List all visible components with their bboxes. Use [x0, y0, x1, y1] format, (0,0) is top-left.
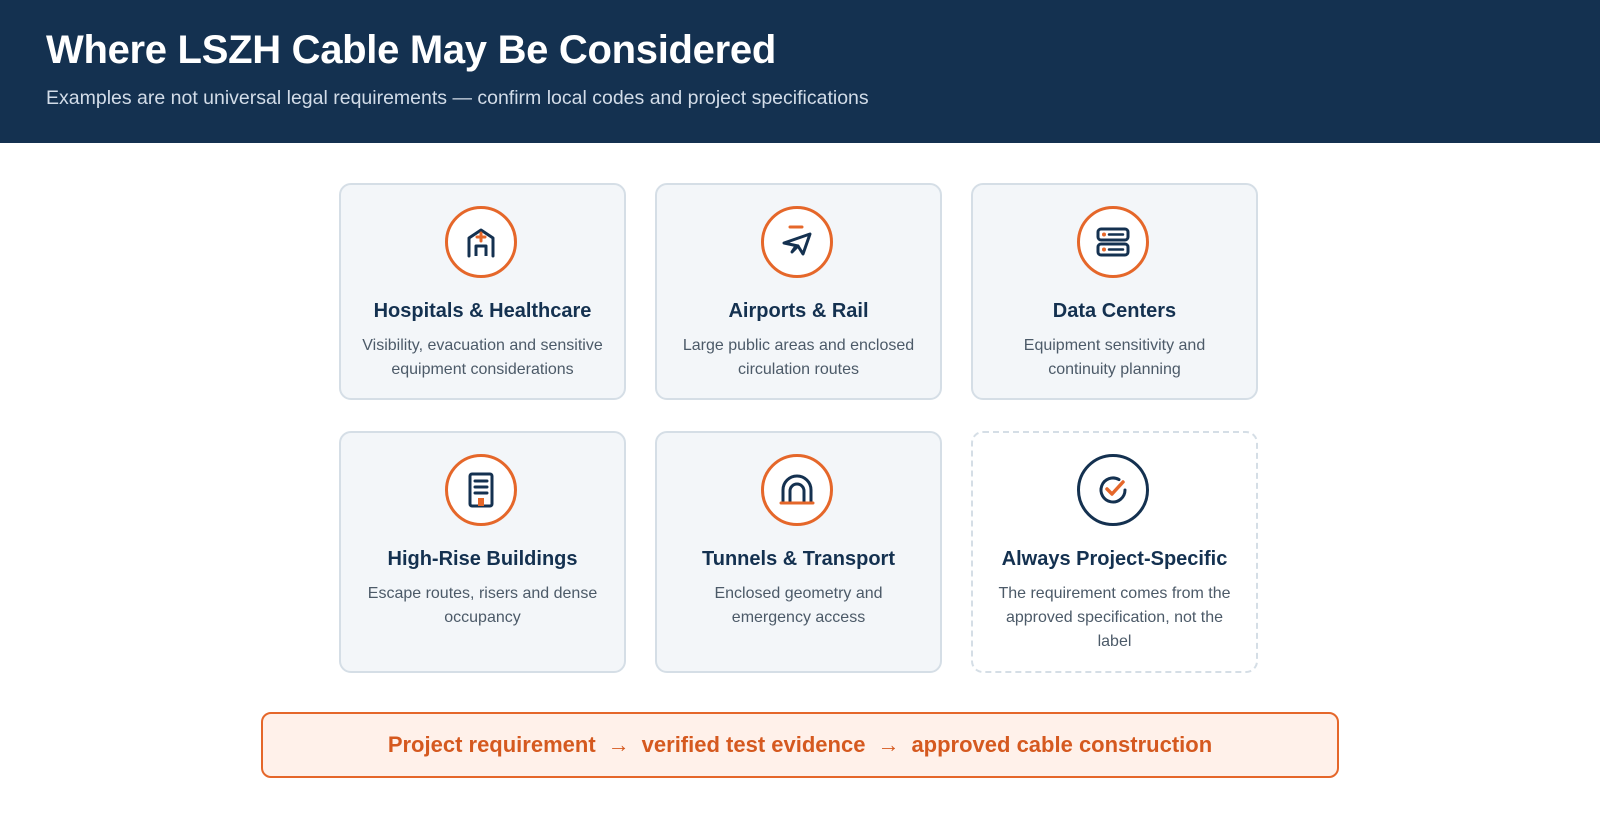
arrow-right-icon: → [607, 732, 630, 757]
check-circle-icon [1077, 454, 1149, 526]
card-description: Large public areas and enclosed circulat… [682, 337, 915, 378]
page-title: Where LSZH Cable May Be Considered [46, 28, 776, 72]
process-banner: Project requirement → verified test evid… [261, 712, 1339, 778]
card-description: Enclosed geometry and emergency access [714, 585, 883, 626]
card-description: Escape routes, risers and dense occupanc… [367, 585, 598, 626]
card-hospitals: Hospitals & Healthcare Visibility, evacu… [339, 183, 626, 400]
page-subtitle: Examples are not universal legal require… [46, 87, 869, 109]
card-project-specific: Always Project-Specific The requirement … [971, 431, 1258, 673]
page-header: Where LSZH Cable May Be Considered Examp… [0, 0, 1600, 143]
server-icon [1077, 206, 1149, 278]
card-description: The requirement comes from the approved … [998, 585, 1231, 650]
card-title: Airports & Rail [728, 300, 869, 322]
card-description: Equipment sensitivity and continuity pla… [1023, 337, 1206, 378]
card-tunnels: Tunnels & Transport Enclosed geometry an… [655, 431, 942, 673]
tunnel-icon [761, 454, 833, 526]
card-title: Tunnels & Transport [702, 548, 895, 570]
card-title: Hospitals & Healthcare [373, 300, 592, 322]
airplane-icon [761, 206, 833, 278]
card-high-rise: High-Rise Buildings Escape routes, riser… [339, 431, 626, 673]
card-description: Visibility, evacuation and sensitive equ… [362, 337, 603, 378]
arrow-right-icon: → [877, 732, 900, 757]
card-airports: Airports & Rail Large public areas and e… [655, 183, 942, 400]
card-title: Always Project-Specific [1001, 548, 1228, 570]
card-title: High-Rise Buildings [387, 548, 578, 570]
building-icon [445, 454, 517, 526]
banner-step-construction: approved cable construction [911, 732, 1213, 757]
banner-step-evidence: verified test evidence [641, 732, 866, 757]
card-data-centers: Data Centers Equipment sensitivity and c… [971, 183, 1258, 400]
hospital-icon [445, 206, 517, 278]
banner-step-requirement: Project requirement [387, 732, 596, 757]
card-title: Data Centers [1052, 300, 1177, 322]
